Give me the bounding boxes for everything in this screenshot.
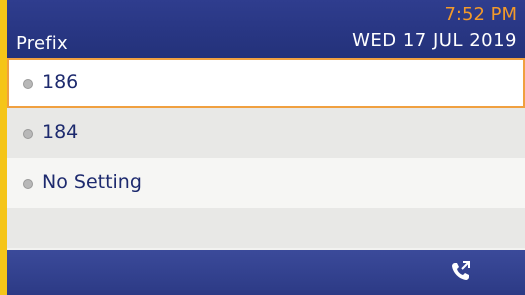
radio-bullet-icon [23, 129, 33, 139]
call-transfer-icon[interactable] [450, 260, 472, 282]
radio-bullet-icon [23, 179, 33, 189]
empty-row [7, 208, 525, 248]
clock-date: WED 17 JUL 2019 [352, 30, 517, 51]
page-title: Prefix [16, 33, 68, 54]
phone-screen: Prefix 7:52 PM WED 17 JUL 2019 186 184 N… [7, 0, 525, 295]
list-item-184[interactable]: 184 [7, 108, 525, 158]
list-item-label: 184 [42, 121, 79, 143]
clock-time: 7:52 PM [444, 4, 517, 25]
soft-key-bar [7, 250, 525, 295]
list-item-no-setting[interactable]: No Setting [7, 158, 525, 208]
list-item-label: No Setting [42, 171, 142, 193]
radio-bullet-icon [23, 79, 33, 89]
list-item-186[interactable]: 186 [7, 58, 525, 108]
list-item-label: 186 [42, 71, 79, 93]
header-bar: Prefix 7:52 PM WED 17 JUL 2019 [7, 0, 525, 58]
prefix-options-list: 186 184 No Setting [7, 58, 525, 248]
